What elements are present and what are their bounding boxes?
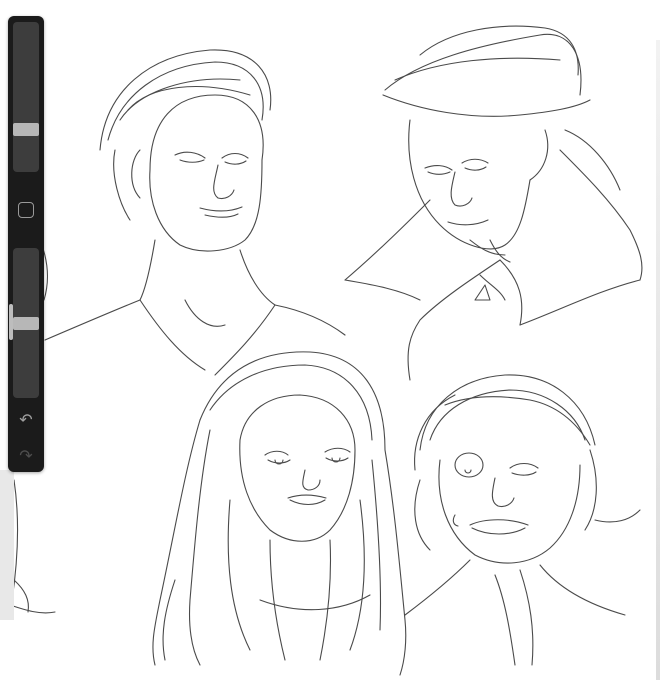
modify-button[interactable] (18, 202, 34, 218)
sketch-strokes (9, 25, 643, 676)
canvas-edge-right (656, 40, 660, 680)
sketch-portrait-bottom-right (404, 374, 641, 666)
sketch-portrait-top-right (344, 25, 643, 381)
drawing-canvas[interactable] (0, 0, 660, 680)
canvas-edge-left (0, 470, 14, 620)
sketch-portrait-top-left (44, 49, 346, 376)
undo-arrow-icon[interactable]: ↶ (8, 408, 44, 432)
brush-size-slider[interactable] (13, 22, 39, 172)
sketch-portrait-bottom-left (152, 351, 407, 676)
brush-opacity-slider[interactable] (13, 248, 39, 398)
redo-arrow-icon[interactable]: ↷ (8, 444, 44, 468)
brush-sidebar: ↶ ↷ (8, 16, 44, 472)
brush-opacity-slider-thumb[interactable] (13, 317, 39, 330)
brush-size-slider-thumb[interactable] (13, 123, 39, 136)
